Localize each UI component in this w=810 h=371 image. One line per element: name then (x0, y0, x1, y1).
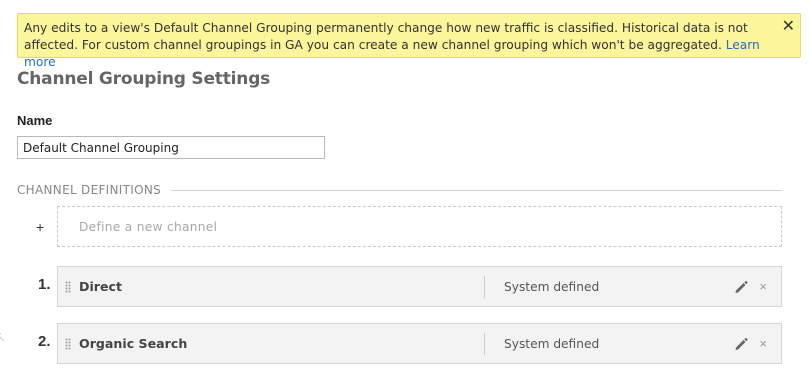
remove-icon[interactable]: × (759, 279, 767, 294)
channel-definitions-header: CHANNEL DEFINITIONS (17, 182, 782, 198)
name-input[interactable] (17, 136, 325, 159)
drag-handle-icon[interactable] (65, 337, 71, 350)
channel-name: Direct (79, 279, 123, 294)
channel-number: 1. (38, 276, 51, 293)
define-new-channel-button[interactable]: Define a new channel (57, 206, 782, 247)
pencil-icon[interactable] (733, 279, 749, 295)
chevron-left-icon (0, 332, 7, 342)
section-title: CHANNEL DEFINITIONS (17, 183, 162, 197)
remove-icon[interactable]: × (759, 336, 767, 351)
define-new-channel-label: Define a new channel (79, 219, 218, 234)
channel-row-organic-search[interactable]: Organic Search System defined × (57, 323, 782, 364)
close-icon[interactable]: ✕ (782, 17, 795, 35)
page-title: Channel Grouping Settings (17, 69, 271, 89)
section-divider (171, 189, 782, 191)
channel-status: System defined (504, 336, 600, 351)
plus-icon: + (36, 219, 45, 235)
channel-name: Organic Search (79, 336, 188, 351)
drag-handle-icon[interactable] (65, 280, 71, 293)
channel-number: 2. (38, 333, 51, 350)
channel-status: System defined (504, 279, 600, 294)
notice-message: Any edits to a view's Default Channel Gr… (24, 21, 748, 52)
channel-row-direct[interactable]: Direct System defined × (57, 266, 782, 307)
pencil-icon[interactable] (733, 336, 749, 352)
warning-notice: Any edits to a view's Default Channel Gr… (17, 13, 801, 69)
name-label: Name (17, 113, 53, 128)
